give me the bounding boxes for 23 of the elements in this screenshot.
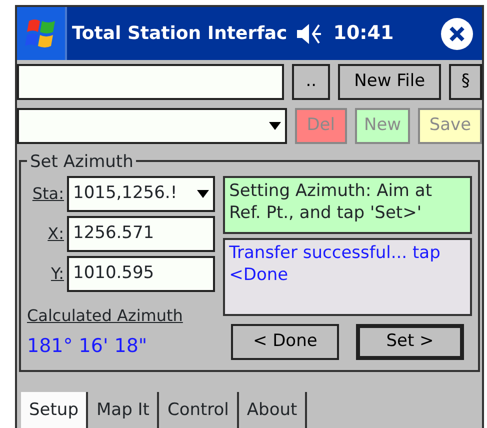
coordinate-field[interactable]: 1010.595 <box>67 256 215 292</box>
tab[interactable]: Setup <box>21 392 88 428</box>
field-label: Sta: <box>31 183 65 205</box>
window-title: Total Station Interfac <box>72 22 288 46</box>
azimuth-value: 181° 16' 18" <box>27 334 148 359</box>
instruction-box: Setting Azimuth: Aim at Ref. Pt., and tap 'Set>' <box>223 176 472 234</box>
station-dropdown[interactable]: 1015,1256.! <box>67 176 215 212</box>
coordinate-field[interactable]: 1256.571 <box>67 216 215 252</box>
file-button[interactable]: New File <box>338 64 442 100</box>
path-field[interactable] <box>17 64 284 100</box>
action-button[interactable]: < Done <box>231 324 340 360</box>
field-label: X: <box>46 223 65 245</box>
field-label: Y: <box>50 263 65 285</box>
dropdown-value: 1015,1256.! <box>73 182 178 206</box>
calculated-label: Calculated Azimuth <box>27 305 184 327</box>
start-button[interactable] <box>17 7 67 60</box>
file-button[interactable]: .. <box>292 64 330 100</box>
clock: 10:41 <box>333 21 394 46</box>
close-icon[interactable] <box>440 16 474 50</box>
record-dropdown[interactable] <box>17 108 287 144</box>
message-box: Transfer successful... tap <Done <box>223 238 472 316</box>
action-button[interactable]: Set > <box>356 324 464 360</box>
file-button[interactable]: § <box>449 64 482 100</box>
